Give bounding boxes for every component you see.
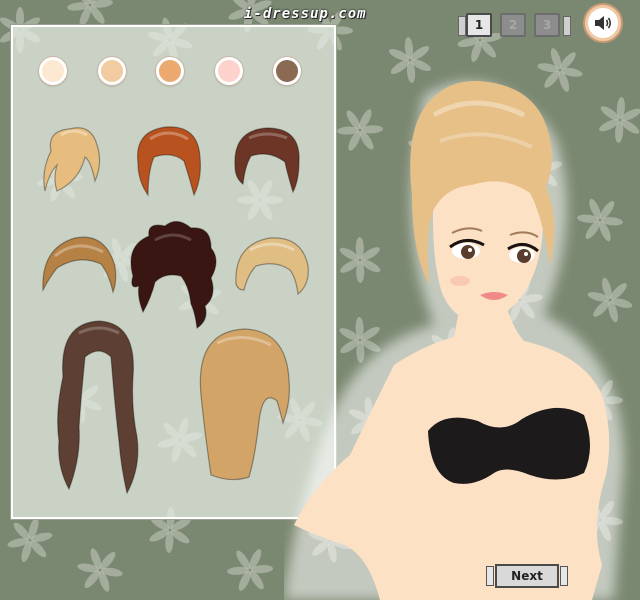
hair-option-long-brown-waves[interactable] (49, 317, 141, 499)
dress-up-model (284, 81, 624, 600)
hair-shape (43, 127, 101, 192)
speaker-icon (595, 16, 612, 30)
tab-bracket-right (563, 16, 571, 36)
hair-shape (199, 328, 290, 481)
page-tabs: 1 2 3 (458, 13, 571, 39)
hair-option-messy-dark-bun[interactable] (125, 216, 221, 331)
site-logo[interactable]: i-dressup.com (244, 6, 424, 26)
page-tab-1[interactable]: 1 (466, 13, 492, 37)
sound-toggle-button[interactable] (585, 5, 621, 41)
page-tab-2[interactable]: 2 (500, 13, 526, 37)
skin-tone-swatch-3[interactable] (156, 57, 184, 85)
next-button[interactable]: Next (486, 564, 568, 588)
skin-tone-swatch-1[interactable] (39, 57, 67, 85)
hair-option-auburn-bob[interactable] (132, 121, 204, 201)
next-button-cap-left (486, 566, 494, 586)
next-button-cap-right (560, 566, 568, 586)
next-button-label: Next (495, 564, 559, 588)
hair-shape (136, 126, 201, 197)
hair-option-long-straight-blonde[interactable] (191, 325, 295, 483)
skin-tone-swatch-2[interactable] (98, 57, 126, 85)
skin-tone-swatch-4[interactable] (215, 57, 243, 85)
tab-bracket-left (458, 16, 466, 36)
hair-option-blonde-updo[interactable] (39, 121, 109, 201)
hair-shape (130, 220, 217, 330)
game-stage: i-dressup.com 1 2 3 Next (0, 0, 640, 600)
page-tab-3[interactable]: 3 (534, 13, 560, 37)
hair-option-golden-side-swept[interactable] (39, 230, 119, 300)
hair-shape (57, 320, 139, 495)
